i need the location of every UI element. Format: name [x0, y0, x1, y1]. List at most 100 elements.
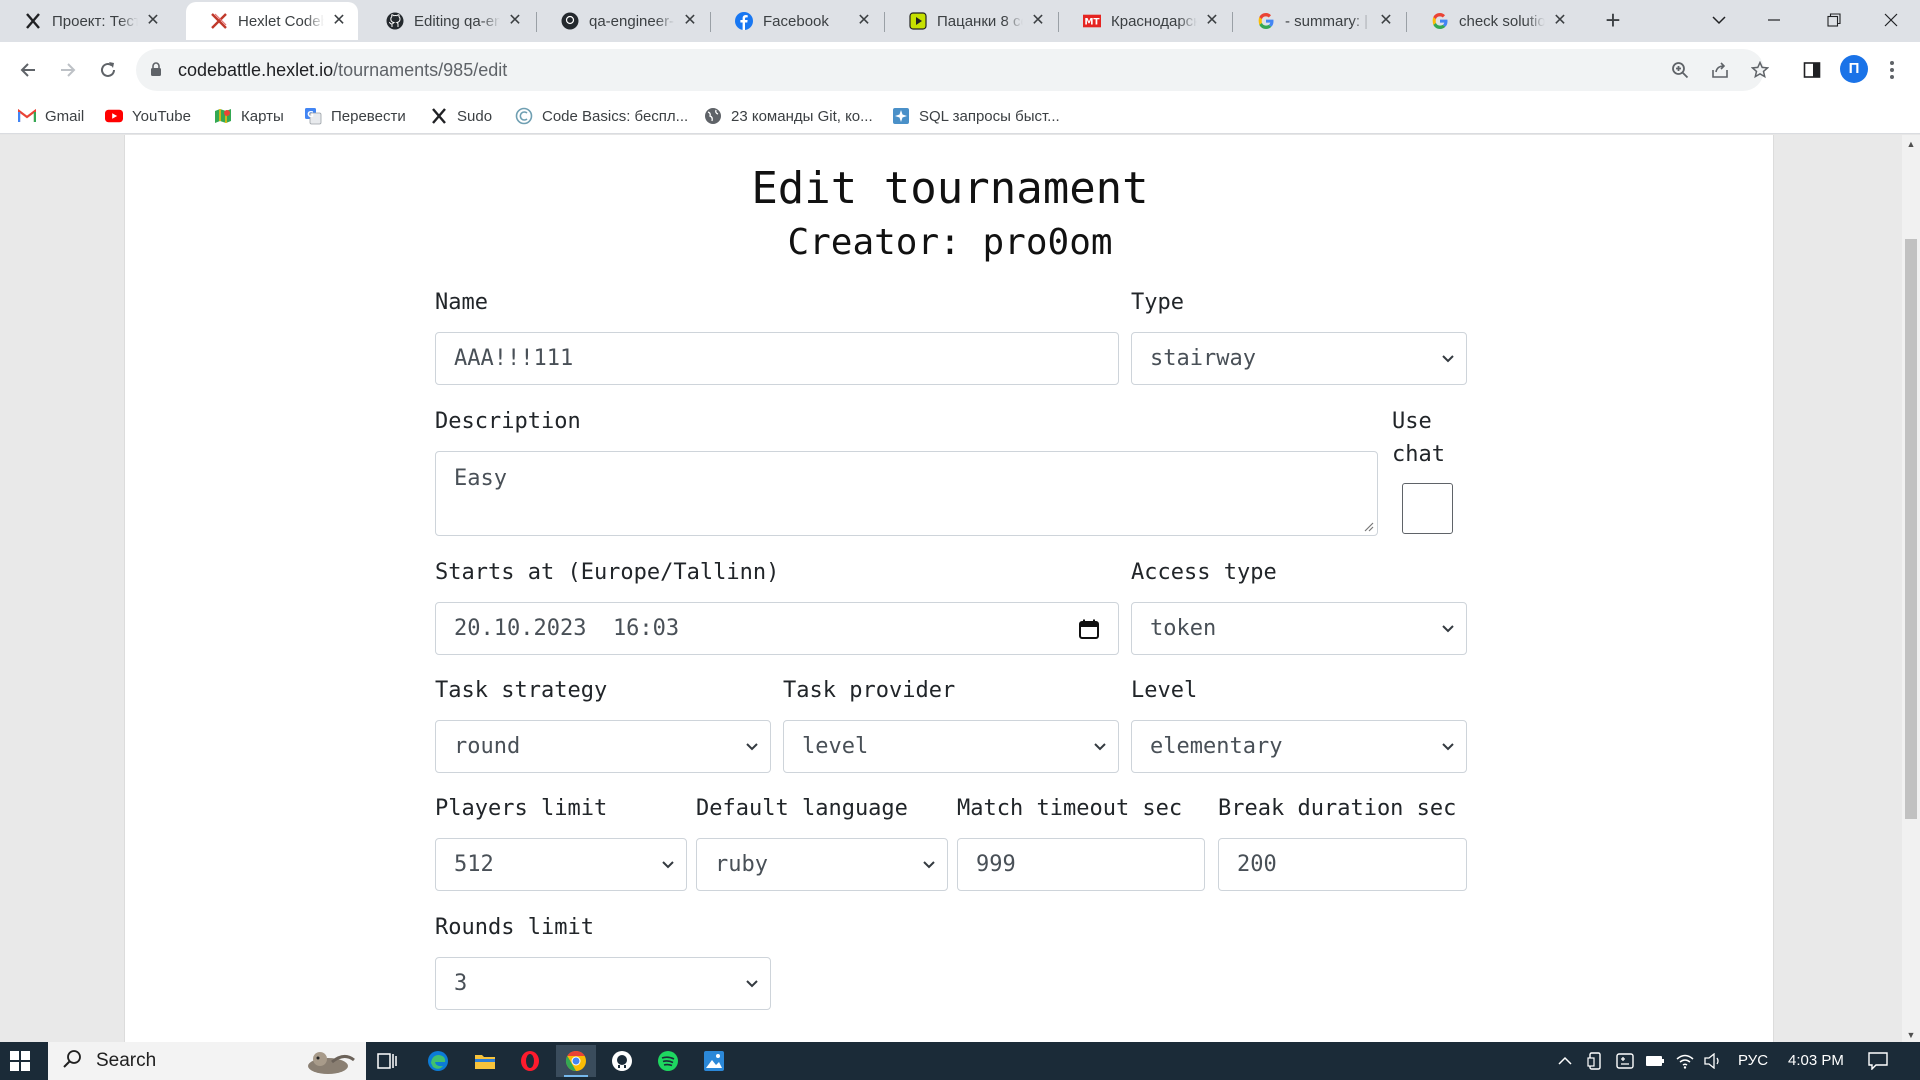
spotify-icon[interactable] [648, 1045, 688, 1077]
tab-facebook[interactable]: Facebook ✕ [711, 2, 883, 40]
tab-editing-qa[interactable]: Editing qa-engineer ✕ [362, 2, 534, 40]
url-text: codebattle.hexlet.io/tournaments/985/edi… [178, 60, 507, 81]
windows-taskbar: Search РУС 4:03 PM [0, 1042, 1920, 1080]
tab-title: Проект: Тести [52, 12, 138, 30]
address-bar[interactable]: codebattle.hexlet.io/tournaments/985/edi… [136, 49, 1769, 91]
default-language-label: Default language [696, 796, 908, 821]
tab-close-icon[interactable]: ✕ [681, 12, 699, 30]
meet-now-icon[interactable] [1615, 1051, 1635, 1071]
tab-proekt[interactable]: Проект: Тести ✕ [0, 2, 172, 40]
name-input[interactable]: AAA!!!111 [435, 332, 1119, 385]
search-highlight-icon [298, 1046, 358, 1080]
lock-icon[interactable] [150, 62, 162, 82]
starts-at-input[interactable]: 20.10.2023 16:03 [435, 602, 1119, 655]
level-select[interactable]: elementary [1131, 720, 1467, 773]
chevron-up-icon[interactable] [1555, 1051, 1575, 1071]
hexlet-icon [430, 107, 448, 125]
bookmark-sudo[interactable]: Sudo [430, 104, 492, 128]
bookmark-label: Code Basics: беспл... [542, 107, 689, 125]
rounds-limit-select[interactable]: 3 [435, 957, 771, 1010]
device-icon[interactable] [1585, 1051, 1605, 1071]
side-panel-icon[interactable] [1800, 58, 1824, 82]
page-scrollbar[interactable]: ▲ ▼ [1902, 135, 1920, 1042]
maps-icon [214, 107, 232, 125]
tab-check-solution[interactable]: check solution ✕ [1407, 2, 1579, 40]
github-desktop-icon[interactable] [602, 1045, 642, 1077]
bookmark-gmail[interactable]: Gmail [18, 104, 84, 128]
tab-close-icon[interactable]: ✕ [1203, 12, 1221, 30]
opera-icon[interactable] [510, 1045, 550, 1077]
break-duration-input[interactable]: 200 [1218, 838, 1467, 891]
tab-summary[interactable]: - summary: | ✕ [1233, 2, 1405, 40]
bookmark-codebasics[interactable]: Code Basics: беспл... [515, 104, 688, 128]
zoom-icon[interactable] [1670, 60, 1690, 80]
description-textarea[interactable]: Easy [435, 451, 1378, 536]
language-indicator[interactable]: РУС [1738, 1052, 1768, 1069]
tab-close-icon[interactable]: ✕ [855, 12, 873, 30]
tab-search-button[interactable] [1690, 0, 1748, 40]
description-label: Description [435, 409, 581, 434]
minimize-button[interactable] [1745, 0, 1803, 40]
close-window-button[interactable] [1862, 0, 1920, 40]
edit-tournament-card: Edit tournament Creator: pro0om Name AAA… [124, 135, 1774, 1042]
photos-icon[interactable] [694, 1045, 734, 1077]
task-view-icon[interactable] [368, 1045, 408, 1077]
tab-krasnodar[interactable]: MT Краснодарский ✕ [1059, 2, 1231, 40]
restore-button[interactable] [1805, 0, 1863, 40]
access-type-select[interactable]: token [1131, 602, 1467, 655]
tab-close-icon[interactable]: ✕ [330, 12, 348, 30]
type-select-value: stairway [1150, 346, 1256, 371]
menu-kebab-icon[interactable] [1880, 58, 1904, 82]
tab-close-icon[interactable]: ✕ [506, 12, 524, 30]
forward-button[interactable] [54, 56, 82, 84]
bookmark-sql[interactable]: SQL запросы быст... [892, 104, 1060, 128]
battery-icon[interactable] [1645, 1051, 1665, 1071]
tab-close-icon[interactable]: ✕ [1551, 12, 1569, 30]
windows-start-icon[interactable] [10, 1051, 30, 1076]
description-value: Easy [454, 466, 507, 491]
default-language-select[interactable]: ruby [696, 838, 948, 891]
speaker-icon[interactable] [1703, 1051, 1723, 1071]
scroll-down-icon[interactable]: ▼ [1902, 1030, 1920, 1040]
bookmark-translate[interactable]: G Перевести [304, 104, 406, 128]
rounds-limit-label: Rounds limit [435, 915, 594, 940]
tab-close-icon[interactable]: ✕ [144, 12, 162, 30]
bookmark-youtube[interactable]: YouTube [105, 104, 191, 128]
level-value: elementary [1150, 734, 1283, 759]
translate-icon: G [304, 107, 322, 125]
tab-close-icon[interactable]: ✕ [1377, 12, 1395, 30]
share-icon[interactable] [1710, 60, 1730, 80]
bookmark-maps[interactable]: Карты [214, 104, 284, 128]
new-tab-button[interactable]: + [1600, 7, 1626, 34]
match-timeout-input[interactable]: 999 [957, 838, 1205, 891]
tab-codebattle[interactable]: Hexlet Codebattle ✕ [186, 2, 358, 40]
players-limit-select[interactable]: 512 [435, 838, 687, 891]
task-provider-select[interactable]: level [783, 720, 1119, 773]
scroll-up-icon[interactable]: ▲ [1902, 139, 1920, 149]
task-strategy-select[interactable]: round [435, 720, 771, 773]
svg-text:G: G [307, 110, 314, 119]
wifi-icon[interactable] [1675, 1051, 1695, 1071]
taskbar-search[interactable]: Search [48, 1042, 366, 1080]
tab-qa-engineer[interactable]: qa-engineer- ✕ [537, 2, 709, 40]
tab-patsanki[interactable]: Пацанки 8 сезон ✕ [885, 2, 1057, 40]
edge-icon[interactable] [418, 1045, 458, 1077]
chrome-icon[interactable] [556, 1045, 596, 1077]
reload-icon [101, 62, 115, 77]
bookmark-git-commands[interactable]: 23 команды Git, ко... [704, 104, 873, 128]
url-path: /tournaments/985/edit [333, 60, 508, 80]
profile-avatar[interactable]: П [1840, 55, 1868, 83]
use-chat-checkbox[interactable] [1402, 483, 1453, 534]
back-button[interactable] [14, 56, 42, 84]
file-explorer-icon[interactable] [465, 1045, 505, 1077]
reload-button[interactable] [94, 56, 122, 84]
youtube-icon [105, 107, 123, 125]
access-type-label: Access type [1131, 560, 1277, 585]
scrollbar-thumb[interactable] [1905, 239, 1917, 819]
clock[interactable]: 4:03 PM [1788, 1052, 1844, 1069]
notification-icon[interactable] [1868, 1051, 1888, 1071]
browser-toolbar: codebattle.hexlet.io/tournaments/985/edi… [0, 42, 1920, 98]
tab-close-icon[interactable]: ✕ [1029, 12, 1047, 30]
type-select[interactable]: stairway [1131, 332, 1467, 385]
bookmark-star-icon[interactable] [1750, 60, 1770, 80]
